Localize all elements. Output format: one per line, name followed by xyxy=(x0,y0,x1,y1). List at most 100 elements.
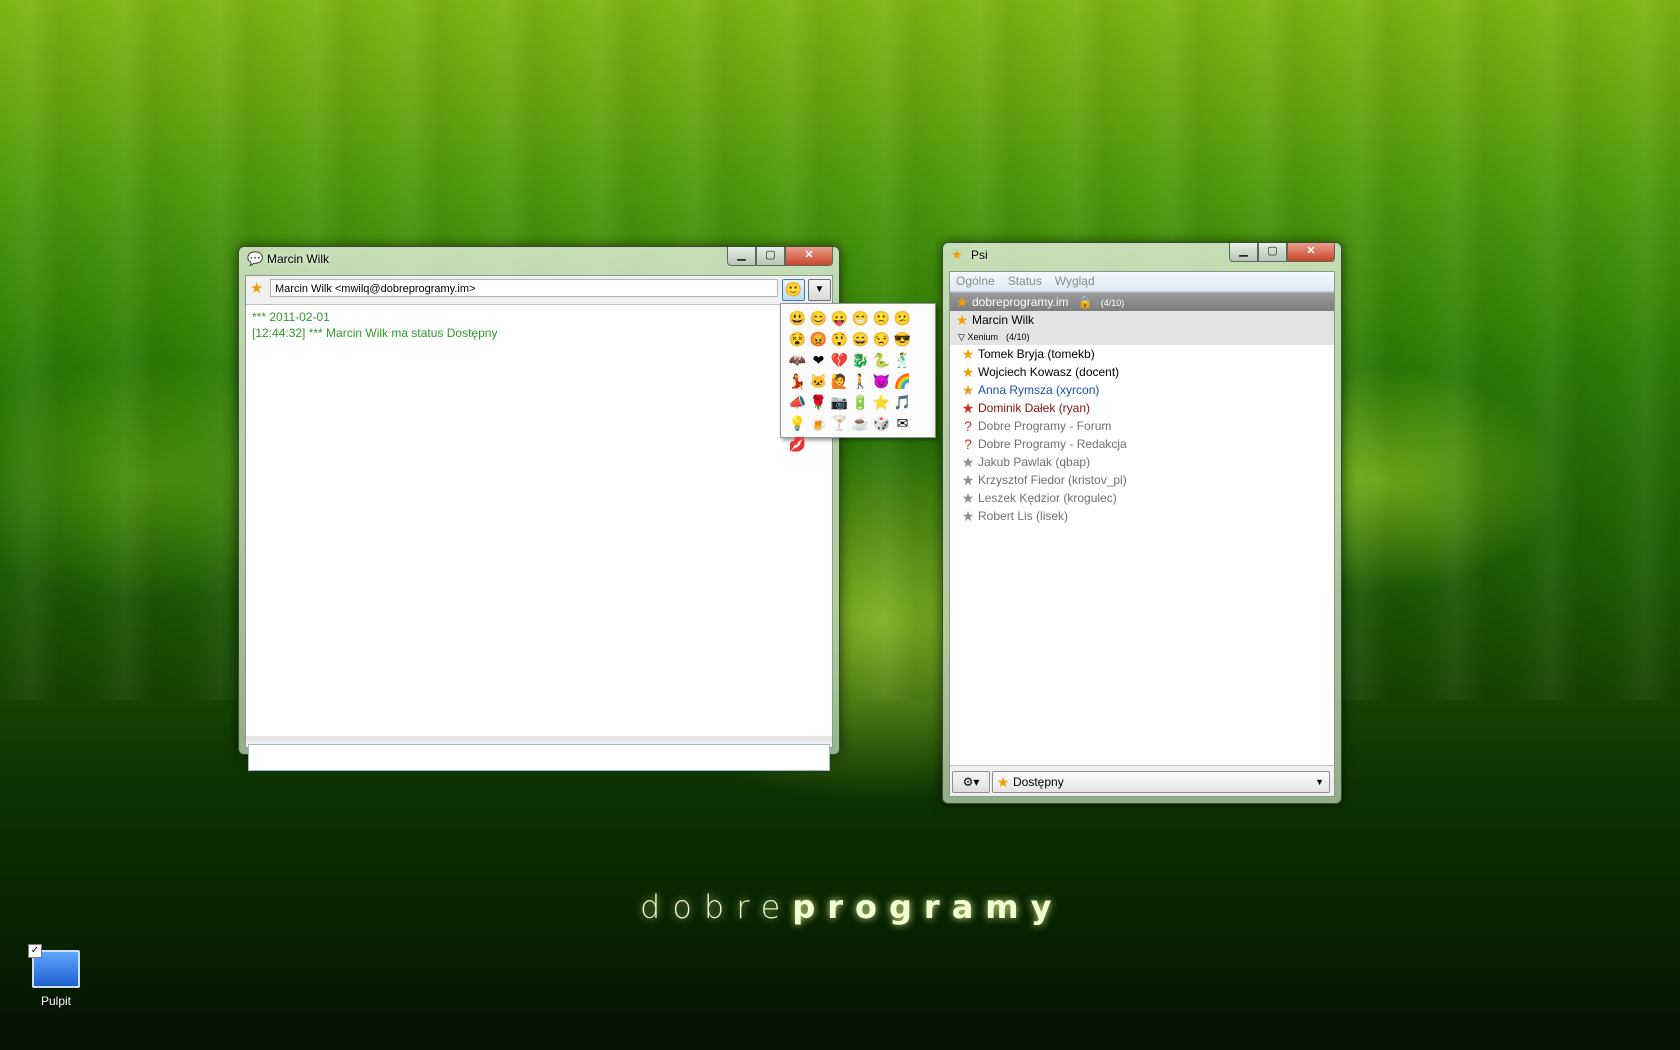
status-online-icon: ★ xyxy=(250,280,264,297)
maximize-button[interactable]: ▢ xyxy=(1258,243,1287,262)
options-button[interactable]: ⚙▾ xyxy=(952,771,990,793)
log-line: [12:44:32] *** Marcin Wilk ma status Dos… xyxy=(252,326,498,340)
emoticon-item[interactable]: 🐱 xyxy=(808,371,829,392)
emoticon-item[interactable]: ✉ xyxy=(892,413,913,434)
group-row[interactable]: ▽ Xenium (4/10) xyxy=(950,329,1334,345)
emoticon-item[interactable]: 💋 xyxy=(787,434,808,455)
emoticon-item[interactable]: 🙋 xyxy=(829,371,850,392)
desktop-icon-label: Pulpit xyxy=(40,994,72,1008)
emoticon-item[interactable]: 🐍 xyxy=(871,350,892,371)
emoticon-item[interactable]: ⭐ xyxy=(871,392,892,413)
emoticon-item[interactable]: 🍺 xyxy=(808,413,829,434)
status-offline-icon: ★ xyxy=(961,472,975,488)
contact-row[interactable]: ★ Dominik Dałek (ryan) xyxy=(950,399,1334,417)
status-selector[interactable]: ★ Dostępny ▼ xyxy=(992,771,1330,793)
contact-row[interactable]: ? Dobre Programy - Forum xyxy=(950,417,1334,435)
emoticon-item[interactable]: 🎵 xyxy=(892,392,913,413)
self-contact-row[interactable]: ★ Marcin Wilk xyxy=(950,311,1334,329)
close-button[interactable]: ✕ xyxy=(785,247,833,266)
emoticon-item[interactable]: 😊 xyxy=(808,308,829,329)
menu-bar: Ogólne Status Wygląd xyxy=(950,272,1334,292)
status-away-icon: ★ xyxy=(961,382,975,398)
status-dnd-icon: ★ xyxy=(961,400,975,416)
chat-window-title: Marcin Wilk xyxy=(267,252,329,266)
contact-roster[interactable]: ★ dobreprogramy.im 🔒 (4/10) ★ Marcin Wilk ▽… xyxy=(950,292,1334,766)
emoticon-item[interactable]: 🌹 xyxy=(808,392,829,413)
emoticon-item[interactable]: 🚶 xyxy=(850,371,871,392)
emoticon-item[interactable]: 🙁 xyxy=(871,308,892,329)
emoticon-item[interactable]: ☕ xyxy=(850,413,871,434)
emoticon-item[interactable]: 🎲 xyxy=(871,413,892,434)
close-button[interactable]: ✕ xyxy=(1287,243,1335,262)
menu-general[interactable]: Ogólne xyxy=(956,272,995,291)
emoticon-item[interactable]: 😃 xyxy=(787,308,808,329)
contact-row[interactable]: ★ Robert Lis (lisek) xyxy=(950,507,1334,525)
status-offline-icon: ★ xyxy=(961,454,975,470)
desktop-icon-pulpit[interactable]: ✓ Pulpit xyxy=(24,944,88,1008)
account-name: dobreprogramy.im xyxy=(972,295,1069,309)
menu-status[interactable]: Status xyxy=(1008,272,1042,291)
message-input[interactable] xyxy=(248,744,830,771)
wallpaper-brand: dobreprogramy xyxy=(640,888,1064,926)
contact-name: Dobre Programy - Redakcja xyxy=(978,437,1127,451)
emoticon-item[interactable]: 😲 xyxy=(829,329,850,350)
options-icon: ⚙▾ xyxy=(962,775,980,789)
psi-titlebar[interactable]: ★ Psi ▁ ▢ ✕ xyxy=(943,243,1341,267)
contact-row[interactable]: ★ Tomek Bryja (tomekb) xyxy=(950,345,1334,363)
checkbox-icon: ✓ xyxy=(28,944,42,958)
emoticon-item[interactable]: 🍸 xyxy=(829,413,850,434)
contact-field[interactable]: Marcin Wilk <mwilq@dobreprogramy.im> xyxy=(270,279,778,297)
emoticon-item[interactable]: 📣 xyxy=(787,392,808,413)
minimize-button[interactable]: ▁ xyxy=(727,247,756,266)
status-online-icon: ★ xyxy=(961,364,975,380)
emoticon-item[interactable]: 😛 xyxy=(829,308,850,329)
emoticon-item[interactable]: 🦇 xyxy=(787,350,808,371)
contact-name: Leszek Kędzior (krogulec) xyxy=(978,491,1117,505)
group-count: (4/10) xyxy=(1005,332,1030,342)
contact-row[interactable]: ? Dobre Programy - Redakcja xyxy=(950,435,1334,453)
contact-row[interactable]: ★ Krzysztof Fiedor (kristov_pl) xyxy=(950,471,1334,489)
emoticon-item[interactable]: 💡 xyxy=(787,413,808,434)
contact-row[interactable]: ★ Leszek Kędzior (krogulec) xyxy=(950,489,1334,507)
emoticon-item[interactable]: 😁 xyxy=(850,308,871,329)
emoticon-item[interactable]: 🌈 xyxy=(892,371,913,392)
contact-name: Dobre Programy - Forum xyxy=(978,419,1112,433)
contact-row[interactable]: ★ Jakub Pawlak (qbap) xyxy=(950,453,1334,471)
emoticon-item[interactable]: 😄 xyxy=(850,329,871,350)
splitter-handle[interactable] xyxy=(246,736,832,742)
emoticon-item[interactable]: 📷 xyxy=(829,392,850,413)
status-offline-icon: ★ xyxy=(961,508,975,524)
chat-log[interactable]: *** 2011-02-01 [12:44:32] *** Marcin Wil… xyxy=(246,304,832,736)
minimize-button[interactable]: ▁ xyxy=(1229,243,1258,262)
emoticon-item[interactable]: 😡 xyxy=(808,329,829,350)
contact-name: Krzysztof Fiedor (kristov_pl) xyxy=(978,473,1127,487)
emoticon-item[interactable]: 😒 xyxy=(871,329,892,350)
computer-icon: ✓ xyxy=(28,944,80,988)
account-row[interactable]: ★ dobreprogramy.im 🔒 (4/10) xyxy=(950,293,1334,311)
status-online-icon: ★ xyxy=(996,774,1010,790)
psi-star-icon: ★ xyxy=(951,247,963,262)
actions-menu-button[interactable]: ▼ xyxy=(808,279,831,301)
emoticon-item[interactable]: 💃 xyxy=(787,371,808,392)
maximize-button[interactable]: ▢ xyxy=(756,247,785,266)
emoticon-item[interactable]: 💔 xyxy=(829,350,850,371)
contact-name: Anna Rymsza (xyrcon) xyxy=(978,383,1100,397)
log-line: *** 2011-02-01 xyxy=(252,310,330,324)
emoticon-item[interactable]: 😎 xyxy=(892,329,913,350)
contact-row[interactable]: ★ Anna Rymsza (xyrcon) xyxy=(950,381,1334,399)
emoticon-button[interactable]: 🙂 xyxy=(782,279,805,301)
emoticon-item[interactable]: 😕 xyxy=(892,308,913,329)
emoticon-item[interactable]: 😈 xyxy=(871,371,892,392)
emoticon-item[interactable]: 🔋 xyxy=(850,392,871,413)
emoticon-item[interactable]: 🕺 xyxy=(892,350,913,371)
chat-titlebar[interactable]: 💬 Marcin Wilk ▁ ▢ ✕ xyxy=(239,247,839,271)
smiley-icon: 🙂 xyxy=(784,281,803,297)
lock-icon: 🔒 xyxy=(1077,295,1093,309)
contact-name: Robert Lis (lisek) xyxy=(978,509,1069,523)
status-offline-icon: ★ xyxy=(961,490,975,506)
contact-row[interactable]: ★ Wojciech Kowasz (docent) xyxy=(950,363,1334,381)
menu-appearance[interactable]: Wygląd xyxy=(1055,272,1095,291)
emoticon-item[interactable]: 😵 xyxy=(787,329,808,350)
emoticon-item[interactable]: 🐉 xyxy=(850,350,871,371)
emoticon-item[interactable]: ❤ xyxy=(808,350,829,371)
